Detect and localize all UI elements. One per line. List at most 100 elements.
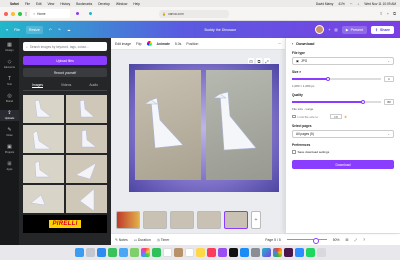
zoom-level[interactable]: 50% [333, 238, 340, 242]
kb-input[interactable]: KB [330, 114, 343, 119]
rail-item-draw[interactable]: ✎ Draw [0, 127, 19, 138]
share-button[interactable]: ⇪ Share [370, 25, 394, 34]
page-thumbnail-5[interactable] [224, 210, 248, 229]
maps-icon[interactable] [129, 248, 139, 257]
settings-icon[interactable] [250, 248, 260, 257]
upload-files-button[interactable]: Upload files [23, 56, 107, 65]
share-icon[interactable]: ⇧ [379, 11, 382, 16]
save-settings-row[interactable]: Save download settings [292, 150, 394, 154]
close-window-button[interactable] [4, 11, 8, 16]
design-canvas[interactable]: ⊡ ⧉ ⤢ [111, 50, 285, 206]
podcasts-icon[interactable] [217, 248, 227, 257]
user-name[interactable]: David Mainy [316, 2, 334, 6]
tabs-overview-icon[interactable]: ⧉ [393, 11, 396, 16]
avatar[interactable] [315, 25, 325, 34]
resize-button[interactable]: Resize [25, 25, 43, 34]
facetime-icon[interactable] [151, 248, 161, 257]
app-store-icon[interactable] [239, 248, 249, 257]
clock[interactable]: Wed Nov 11 10:09 AM [364, 2, 396, 6]
upload-thumbnail[interactable] [66, 95, 107, 123]
page-thumbnail-4[interactable] [197, 210, 221, 229]
duration-button[interactable]: ▭ Duration [134, 238, 151, 242]
timer-button[interactable]: ◷ Timer [157, 238, 170, 242]
size-input[interactable]: 1 [384, 76, 394, 82]
select-pages-dropdown[interactable]: All pages (5) ⌄ [292, 130, 394, 138]
tv-icon[interactable] [228, 248, 238, 257]
undo-icon[interactable]: ↶ [49, 28, 52, 32]
add-page-button[interactable]: + [251, 210, 261, 229]
spotify-icon[interactable] [305, 248, 315, 257]
analytics-icon[interactable]: ▥ [334, 28, 337, 32]
page-thumbnail-1[interactable] [116, 210, 140, 229]
tab-videos[interactable]: Videos [61, 83, 71, 88]
rail-item-elements[interactable]: ◇ Elements [0, 59, 19, 70]
browser-tab-3[interactable] [86, 9, 96, 18]
grid-view-icon[interactable]: ⊞ [346, 238, 349, 242]
expand-icon[interactable]: ⤢ [264, 58, 270, 64]
limit-file-size-row[interactable]: Limit file size to KB ♛ [292, 114, 394, 119]
menu-help[interactable]: Help [133, 2, 140, 6]
calendar-icon[interactable] [162, 248, 172, 257]
upload-thumbnail[interactable] [23, 95, 64, 123]
notes-app-icon[interactable] [195, 248, 205, 257]
help-icon[interactable]: ? [363, 238, 365, 242]
upload-thumbnail[interactable] [23, 125, 64, 153]
photos-icon[interactable] [140, 248, 150, 257]
save-settings-checkbox[interactable] [292, 150, 296, 154]
position-button[interactable]: Position [186, 42, 198, 46]
mail-icon[interactable] [118, 248, 128, 257]
edit-image-button[interactable]: Edit image [115, 42, 131, 46]
upload-thumbnail[interactable] [23, 155, 64, 183]
flip-button[interactable]: Flip [136, 42, 141, 46]
limit-file-size-checkbox[interactable] [292, 114, 296, 119]
trash-icon[interactable] [316, 248, 326, 257]
rail-item-design[interactable]: ▦ Design [0, 42, 19, 53]
menu-develop[interactable]: Develop [98, 2, 110, 6]
color-picker-icon[interactable] [146, 41, 152, 46]
search-icon[interactable]: ⌕ [358, 2, 360, 6]
rail-item-apps[interactable]: ⊞ Apps [0, 161, 19, 172]
browser-tab-home[interactable]: × Home [30, 9, 71, 18]
file-menu-button[interactable]: File [14, 28, 20, 32]
design-page[interactable] [129, 64, 279, 192]
chrome-icon[interactable] [272, 248, 282, 257]
messages-icon[interactable] [107, 248, 117, 257]
address-bar[interactable]: 🔒 canva.com [159, 9, 230, 18]
menu-edit[interactable]: Edit [36, 2, 42, 6]
download-button[interactable]: Download [292, 160, 394, 169]
slack-icon[interactable] [283, 248, 293, 257]
minimize-window-button[interactable] [11, 11, 15, 16]
file-type-select[interactable]: ▣ JPG ⌄ [292, 57, 394, 65]
duration-button[interactable]: 5.0s [175, 42, 181, 46]
upload-thumbnail[interactable] [23, 185, 64, 213]
menu-file[interactable]: File [25, 2, 30, 6]
rail-item-brand[interactable]: ◎ Brand [0, 93, 19, 104]
animate-button[interactable]: Animate [157, 42, 170, 46]
contacts-icon[interactable] [173, 248, 183, 257]
menu-icon[interactable]: ≡ [6, 28, 8, 32]
size-slider-knob[interactable] [325, 76, 330, 81]
menu-bookmarks[interactable]: Bookmarks [76, 2, 92, 6]
zoom-slider[interactable] [286, 237, 327, 244]
menu-history[interactable]: History [60, 2, 70, 6]
zoom-window-button[interactable] [18, 11, 22, 16]
app-name[interactable]: Safari [10, 2, 19, 6]
quality-slider[interactable] [292, 99, 381, 104]
back-icon[interactable]: ‹ [292, 42, 293, 46]
menu-window[interactable]: Window [116, 2, 127, 6]
music-icon[interactable] [206, 248, 216, 257]
page-thumbnail-3[interactable] [170, 210, 194, 229]
quality-input[interactable]: 80 [384, 99, 394, 105]
finder-icon[interactable] [74, 248, 84, 257]
menu-view[interactable]: View [48, 2, 55, 6]
more-icon[interactable]: ⋯ [278, 42, 281, 46]
design-title[interactable]: Buddy the Dinosaur [205, 28, 237, 32]
upload-thumbnail[interactable] [66, 125, 107, 153]
notes-button[interactable]: ✎ Notes [115, 238, 128, 242]
photo-origami-right[interactable] [206, 70, 272, 180]
safari-icon[interactable] [96, 248, 106, 257]
photo-origami-left[interactable] [135, 70, 201, 180]
rail-item-uploads[interactable]: ⇪ Uploads [0, 110, 19, 121]
tab-audio[interactable]: Audio [89, 83, 98, 88]
add-collaborator-icon[interactable]: + [328, 28, 330, 32]
